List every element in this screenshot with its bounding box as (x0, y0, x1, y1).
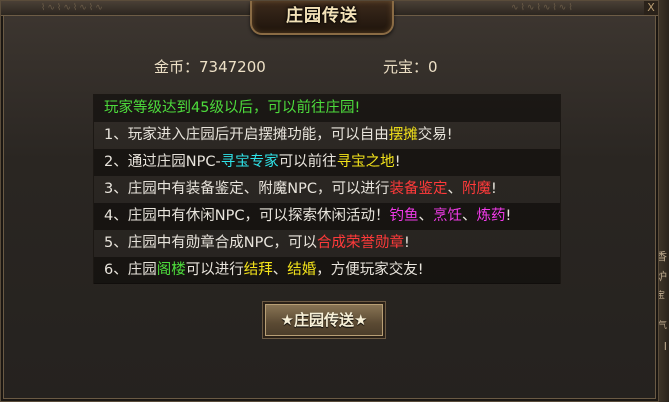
rule-segment: 结拜 (243, 262, 273, 278)
window-title-plate: 庄园传送 (250, 1, 394, 35)
rule-segment: 、 (272, 262, 288, 278)
rule-line: 3、庄园中有装备鉴定、附魔NPC，可以进行装备鉴定、附魔! (94, 176, 560, 203)
rule-segment: 、 (418, 208, 433, 224)
manor-teleport-label: ★庄园传送★ (280, 311, 368, 329)
rule-1: 1、玩家进入庄园后开启摆摊功能，可以自由摆摊交易! (104, 127, 453, 143)
rule-segment: 炼药 (476, 208, 506, 224)
rule-3: 3、庄园中有装备鉴定、附魔NPC，可以进行装备鉴定、附魔! (104, 181, 497, 197)
rule-line: 4、庄园中有休闲NPC，可以探索休闲活动！钓鱼、烹饪、炼药! (94, 203, 560, 230)
rule-segment: 附魔 (461, 181, 491, 197)
rule-line: 5、庄园中有勋章合成NPC，可以合成荣誉勋章! (94, 230, 560, 257)
yuanbao-balance: 元宝：0 (383, 58, 438, 76)
rule-segment: ，方便玩家交友! (316, 262, 424, 278)
rule-segment: 交易! (417, 127, 453, 143)
rule-segment: 5、庄园中有勋章合成NPC，可以 (104, 235, 317, 251)
window-title: 庄园传送 (286, 6, 358, 26)
rule-segment: ! (490, 181, 497, 197)
rule-segment: 、 (461, 208, 477, 224)
rule-segment: ! (403, 235, 410, 251)
rule-segment: 合成荣誉勋章 (316, 235, 404, 251)
rule-segment: 4、庄园中有休闲NPC，可以探索休闲活动！ (104, 208, 390, 224)
rule-segment: 寻宝之地 (336, 154, 395, 170)
rules-panel: 玩家等级达到45级以后，可以前往庄园! 1、玩家进入庄园后开启摆摊功能，可以自由… (93, 94, 561, 284)
rule-line: 6、庄园阁楼可以进行结拜、结婚，方便玩家交友! (94, 257, 560, 284)
rule-segment: 寻宝专家 (220, 154, 279, 170)
rule-segment: 装备鉴定 (389, 181, 448, 197)
intro-line: 玩家等级达到45级以后，可以前往庄园! (94, 95, 560, 122)
rule-6: 6、庄园阁楼可以进行结拜、结婚，方便玩家交友! (104, 262, 424, 278)
rule-line: 1、玩家进入庄园后开启摆摊功能，可以自由摆摊交易! (94, 122, 560, 149)
rule-4: 4、庄园中有休闲NPC，可以探索休闲活动！钓鱼、烹饪、炼药! (104, 208, 511, 224)
rule-segment: 钓鱼 (389, 208, 419, 224)
rule-segment: 3、庄园中有装备鉴定、附魔NPC，可以进行 (104, 181, 390, 197)
rule-5: 5、庄园中有勋章合成NPC，可以合成荣誉勋章! (104, 235, 410, 251)
rule-segment: ! (394, 154, 401, 170)
rule-segment: 阁楼 (156, 262, 186, 278)
rule-2: 2、通过庄园NPC-寻宝专家可以前往寻宝之地! (104, 154, 401, 170)
close-icon[interactable]: X (644, 1, 658, 15)
background-text: I (663, 340, 667, 353)
manor-teleport-window: ⌇∿⌇∿⌇∿⌇∿ ∿⌇∿⌇∿⌇∿⌇ 庄园传送 X 金币：7347200 元宝：0… (0, 0, 659, 402)
currency-row: 金币：7347200 元宝：0 (21, 49, 641, 79)
rule-line: 2、通过庄园NPC-寻宝专家可以前往寻宝之地! (94, 149, 560, 176)
rule-segment: 、 (447, 181, 462, 197)
dragon-ornament-right: ∿⌇∿⌇∿⌇∿⌇ (511, 3, 575, 13)
rule-segment: 1、玩家进入庄园后开启摆摊功能，可以自由 (104, 127, 389, 143)
rule-segment: 烹饪 (432, 208, 462, 224)
intro-text: 玩家等级达到45级以后，可以前往庄园! (104, 100, 361, 116)
rule-segment: ! (505, 208, 512, 224)
dragon-ornament-left: ⌇∿⌇∿⌇∿⌇∿ (41, 3, 105, 13)
manor-teleport-button[interactable]: ★庄园传送★ (263, 302, 385, 338)
gold-balance: 金币：7347200 (154, 58, 266, 76)
rule-segment: 可以前往 (278, 154, 337, 170)
rule-segment: 6、庄园 (104, 262, 157, 278)
rule-segment: 可以进行 (185, 262, 244, 278)
rule-segment: 摆摊 (388, 127, 418, 143)
rule-segment: 2、通过庄园NPC- (104, 154, 221, 170)
rule-segment: 结婚 (287, 262, 317, 278)
